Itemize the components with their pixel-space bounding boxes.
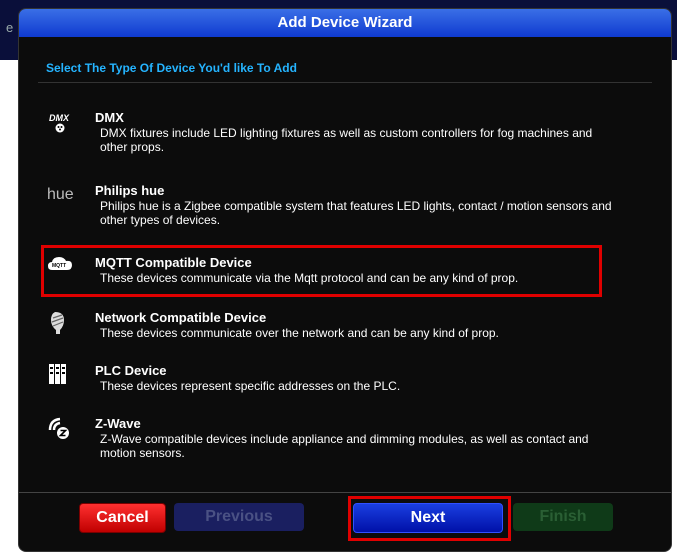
dialog-title: Add Device Wizard <box>19 9 671 37</box>
device-title-plc: PLC Device <box>95 363 167 378</box>
finish-button[interactable]: Finish <box>513 503 613 531</box>
device-desc-dmx: DMX fixtures include LED lighting fixtur… <box>100 126 593 154</box>
device-option-plc[interactable]: PLC Device These devices represent speci… <box>47 363 607 399</box>
previous-button[interactable]: Previous <box>174 503 304 531</box>
dmx-icon: DMX <box>47 110 75 138</box>
next-highlight-box <box>348 496 511 541</box>
device-option-philips-hue[interactable]: hue Philips hue Philips hue is a Zigbee … <box>47 183 612 235</box>
add-device-wizard-dialog: Add Device Wizard Select The Type Of Dev… <box>19 9 671 551</box>
device-desc-plc: These devices represent specific address… <box>100 379 401 393</box>
device-option-network[interactable]: Network Compatible Device These devices … <box>47 310 607 346</box>
background-text: e <box>6 20 14 35</box>
hue-icon-label: hue <box>47 186 74 203</box>
device-title-network: Network Compatible Device <box>95 310 267 325</box>
plc-icon <box>47 363 75 391</box>
footer-divider <box>19 492 671 493</box>
device-option-zwave[interactable]: Z-Wave Z-Wave compatible devices include… <box>47 416 607 468</box>
dmx-icon-label: DMX <box>49 113 70 123</box>
device-title-philips-hue: Philips hue <box>95 183 165 198</box>
device-desc-zwave: Z-Wave compatible devices include applia… <box>100 432 589 460</box>
device-option-dmx[interactable]: DMX DMX DMX fixtures include LED lightin… <box>47 110 607 162</box>
cancel-button[interactable]: Cancel <box>79 503 166 533</box>
network-icon <box>47 310 75 338</box>
device-desc-network: These devices communicate over the netwo… <box>100 326 499 340</box>
mqtt-highlight-box <box>41 245 602 297</box>
divider <box>38 82 652 83</box>
hue-icon: hue <box>47 183 75 211</box>
wizard-subtitle: Select The Type Of Device You'd like To … <box>46 61 297 75</box>
device-desc-philips-hue: Philips hue is a Zigbee compatible syste… <box>100 199 612 227</box>
device-title-zwave: Z-Wave <box>95 416 141 431</box>
device-title-dmx: DMX <box>95 110 124 125</box>
zwave-icon <box>47 416 75 444</box>
